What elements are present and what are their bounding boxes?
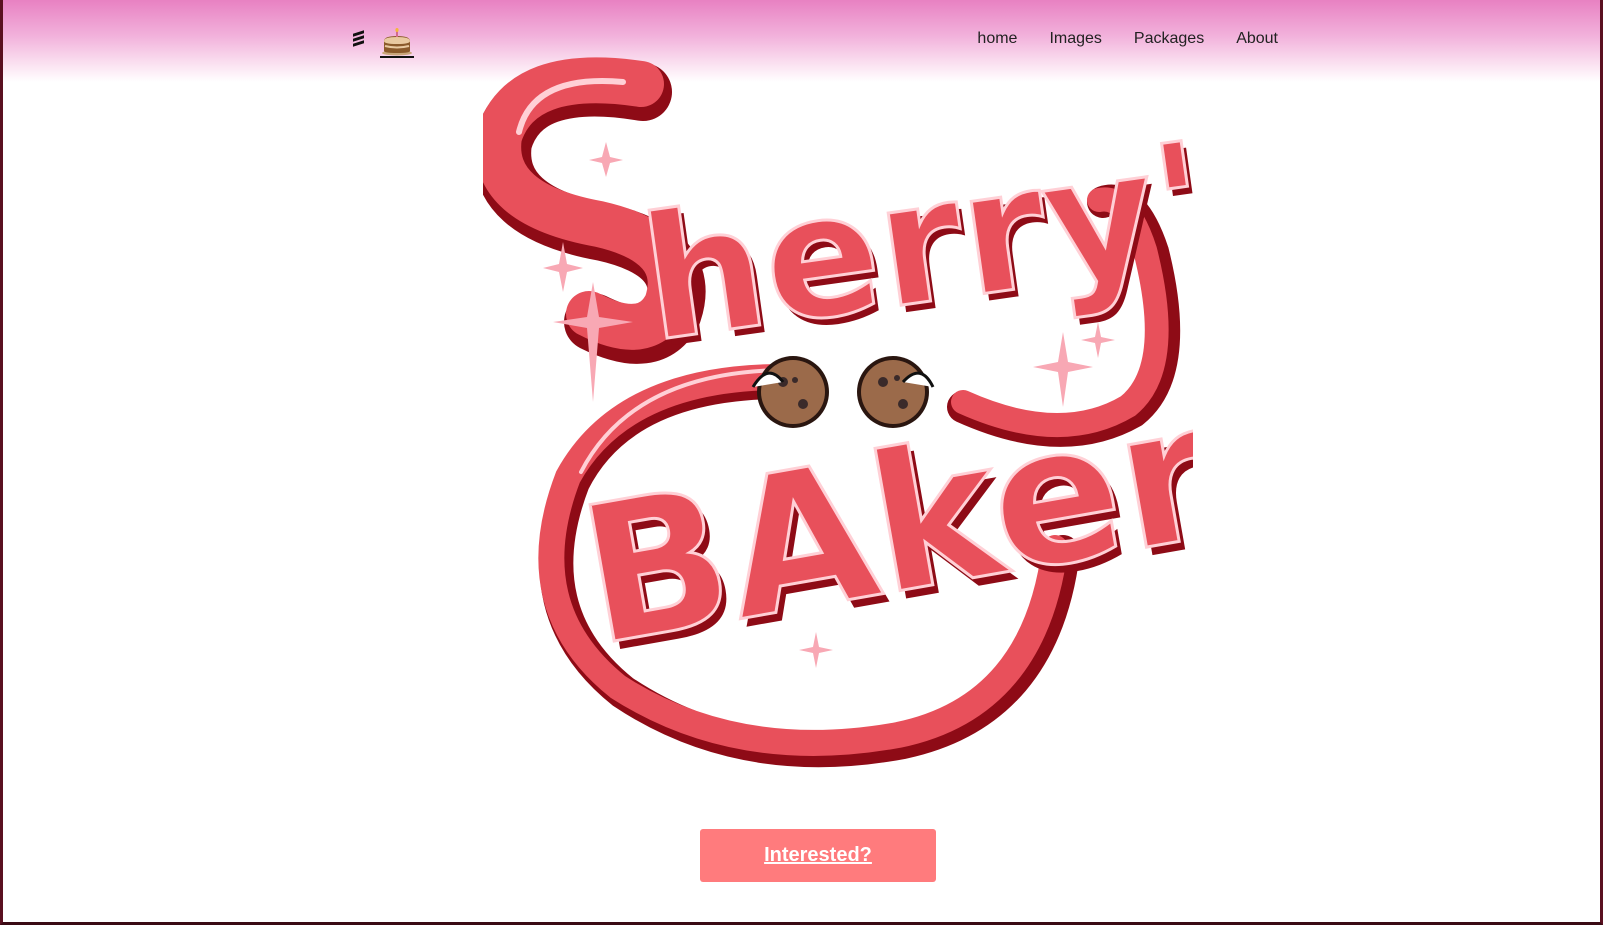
main-nav: home Images Packages About [945, 30, 1278, 48]
hero-logo: herry'nd herry'nd BAkery BAkery [473, 52, 1465, 772]
nav-link-images[interactable]: Images [1049, 30, 1101, 48]
nav-link-packages[interactable]: Packages [1134, 30, 1204, 48]
nav-link-home[interactable]: home [977, 30, 1017, 48]
bakery-logo-image: herry'nd herry'nd BAkery BAkery [473, 57, 1465, 768]
nav-link-about[interactable]: About [1236, 30, 1278, 48]
cake-icon[interactable] [380, 28, 414, 58]
interested-button[interactable]: Interested? [700, 829, 936, 882]
hamburger-menu-icon[interactable] [353, 30, 365, 50]
svg-text:herry'nd: herry'nd [631, 72, 1193, 381]
page-frame: home Images Packages About herry'nd herr… [0, 0, 1603, 925]
